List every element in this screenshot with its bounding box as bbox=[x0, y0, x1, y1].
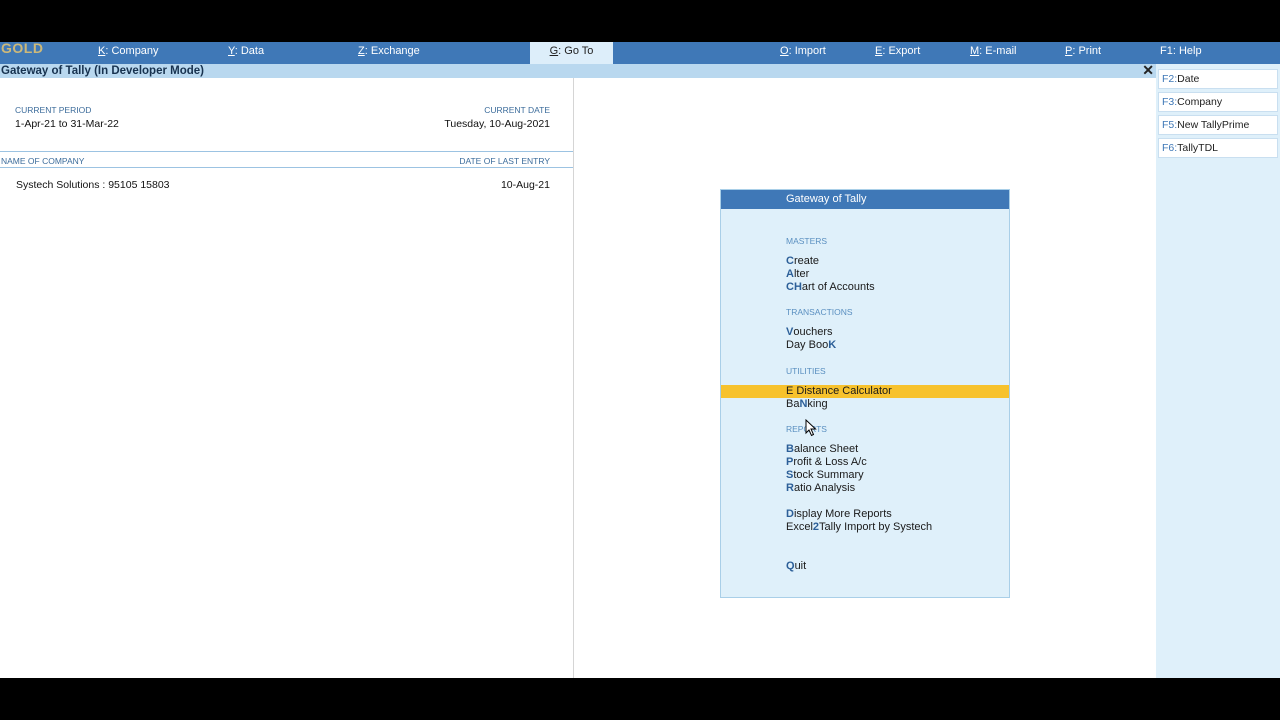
title-bar: Gateway of Tally (In Developer Mode) ✕ bbox=[0, 63, 1156, 78]
menu-item-vouchers[interactable]: Vouchers bbox=[786, 326, 832, 339]
company-name[interactable]: Systech Solutions : 95105 15803 bbox=[16, 179, 170, 191]
company-info-panel: CURRENT PERIOD 1-Apr-21 to 31-Mar-22 CUR… bbox=[0, 78, 574, 678]
menu-item-excel2tally-import[interactable]: Excel2Tally Import by Systech bbox=[786, 521, 932, 534]
menu-item-chart-of-accounts[interactable]: CHart of Accounts bbox=[786, 281, 875, 294]
menu-item-stock-summary[interactable]: Stock Summary bbox=[786, 469, 864, 482]
gold-logo: GOLD bbox=[1, 40, 44, 56]
f5-new-tallyprime-button[interactable]: F5:New TallyPrime bbox=[1158, 115, 1278, 135]
tally-window: GOLD K: Company Y: Data Z: Exchange G: G… bbox=[0, 40, 1280, 678]
menu-print[interactable]: P: Print bbox=[1065, 42, 1101, 64]
page-title: Gateway of Tally (In Developer Mode) bbox=[1, 65, 204, 77]
menu-item-quit[interactable]: Quit bbox=[786, 560, 806, 573]
current-period-label: CURRENT PERIOD bbox=[15, 105, 92, 115]
section-utilities: UTILITIES bbox=[786, 366, 826, 376]
gateway-title: Gateway of Tally bbox=[721, 190, 1009, 209]
menu-export[interactable]: E: Export bbox=[875, 42, 920, 64]
menu-item-balance-sheet[interactable]: Balance Sheet bbox=[786, 443, 858, 456]
last-entry-date: 10-Aug-21 bbox=[500, 179, 550, 191]
current-period-value: 1-Apr-21 to 31-Mar-22 bbox=[15, 118, 119, 130]
menu-help[interactable]: F1: Help bbox=[1160, 42, 1202, 64]
button-bar: F2:Date F3:Company F5:New TallyPrime F6:… bbox=[1156, 64, 1280, 678]
menu-item-alter[interactable]: Alter bbox=[786, 268, 809, 281]
name-of-company-label: NAME OF COMPANY bbox=[1, 156, 85, 166]
menu-item-banking[interactable]: BaNking bbox=[786, 398, 828, 411]
current-date-label: CURRENT DATE bbox=[484, 105, 550, 115]
top-menu-bar: GOLD K: Company Y: Data Z: Exchange G: G… bbox=[0, 40, 1280, 64]
current-date-value: Tuesday, 10-Aug-2021 bbox=[444, 118, 550, 130]
menu-item-create[interactable]: Create bbox=[786, 255, 819, 268]
menu-item-day-book[interactable]: Day BooK bbox=[786, 339, 836, 352]
menu-go-to[interactable]: G: Go To bbox=[530, 42, 613, 64]
f2-date-button[interactable]: F2:Date bbox=[1158, 69, 1278, 89]
menu-email[interactable]: M: E-mail bbox=[970, 42, 1016, 64]
f3-company-button[interactable]: F3:Company bbox=[1158, 92, 1278, 112]
divider bbox=[0, 167, 573, 168]
section-masters: MASTERS bbox=[786, 236, 828, 246]
close-icon[interactable]: ✕ bbox=[1142, 63, 1154, 77]
section-transactions: TRANSACTIONS bbox=[786, 307, 853, 317]
menu-item-ratio-analysis[interactable]: Ratio Analysis bbox=[786, 482, 855, 495]
gateway-of-tally-menu: Gateway of Tally MASTERS Create Alter CH… bbox=[720, 189, 1010, 598]
menu-item-profit-loss[interactable]: Profit & Loss A/c bbox=[786, 456, 867, 469]
menu-import[interactable]: O: Import bbox=[780, 42, 826, 64]
divider bbox=[0, 151, 573, 152]
date-of-last-entry-label: DATE OF LAST ENTRY bbox=[459, 156, 550, 166]
menu-company[interactable]: K: Company bbox=[98, 42, 159, 64]
menu-item-e-distance-calculator[interactable]: E Distance Calculator bbox=[786, 385, 892, 398]
mouse-cursor-icon bbox=[805, 419, 817, 437]
menu-item-display-more-reports[interactable]: Display More Reports bbox=[786, 508, 892, 521]
menu-exchange[interactable]: Z: Exchange bbox=[358, 42, 420, 64]
f6-tallytdl-button[interactable]: F6:TallyTDL bbox=[1158, 138, 1278, 158]
menu-data[interactable]: Y: Data bbox=[228, 42, 264, 64]
